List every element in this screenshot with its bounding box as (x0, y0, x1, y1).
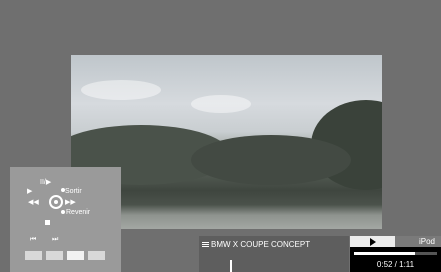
previous-track-icon[interactable]: ⏮ (30, 236, 36, 244)
remote-control-panel: II/▶ Sortir Revenir ▶ ◀◀ ▶▶ ⏮ ⏭ (10, 167, 121, 272)
fast-forward-icon[interactable]: ▶▶ (65, 198, 76, 206)
back-label[interactable]: Revenir (66, 209, 90, 216)
video-hill (191, 135, 351, 185)
rewind-icon[interactable]: ◀◀ (28, 198, 39, 206)
player-tabs: iPod (350, 236, 441, 247)
play-pause-icon[interactable]: II/▶ (40, 178, 51, 186)
preset-button-3[interactable] (67, 251, 84, 260)
list-icon (202, 242, 209, 248)
play-arrow-icon[interactable]: ▶ (27, 187, 32, 195)
preset-button-2[interactable] (46, 251, 63, 260)
video-cloud (191, 95, 251, 113)
cursor-marker (230, 260, 232, 272)
navigation-pad[interactable] (49, 195, 63, 209)
source-tab[interactable]: iPod (395, 236, 441, 247)
track-title: BMW X COUPE CONCEPT (211, 240, 311, 249)
track-info-bar: BMW X COUPE CONCEPT (199, 236, 349, 272)
next-track-icon[interactable]: ⏭ (52, 236, 58, 244)
preset-button-1[interactable] (25, 251, 42, 260)
preset-button-4[interactable] (88, 251, 105, 260)
progress-fill (354, 252, 415, 255)
exit-label[interactable]: Sortir (65, 188, 82, 195)
play-tab[interactable] (350, 236, 395, 247)
exit-dot-icon (61, 188, 65, 192)
player-status-box: iPod 0:52 / 1:11 (350, 236, 441, 272)
video-cloud (81, 80, 161, 100)
progress-bar[interactable] (354, 252, 437, 255)
track-title-row: BMW X COUPE CONCEPT (202, 240, 310, 249)
stop-icon[interactable] (45, 220, 50, 225)
back-dot-icon (61, 210, 65, 214)
playback-time: 0:52 / 1:11 (376, 260, 415, 269)
play-icon (370, 238, 376, 246)
